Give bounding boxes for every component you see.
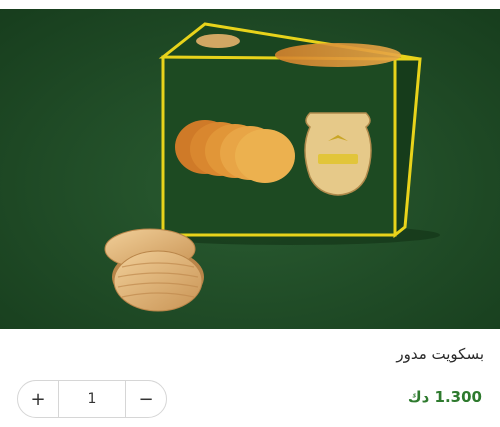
quantity-stepper[interactable]: + 1 −: [17, 380, 167, 418]
increase-quantity-button[interactable]: +: [18, 381, 58, 417]
decrease-quantity-button[interactable]: −: [126, 381, 166, 417]
product-title: بسكويت مدور: [396, 345, 484, 363]
product-price: 1.300 دك: [407, 388, 482, 406]
product-image: [0, 9, 500, 329]
quantity-value[interactable]: 1: [58, 381, 126, 417]
